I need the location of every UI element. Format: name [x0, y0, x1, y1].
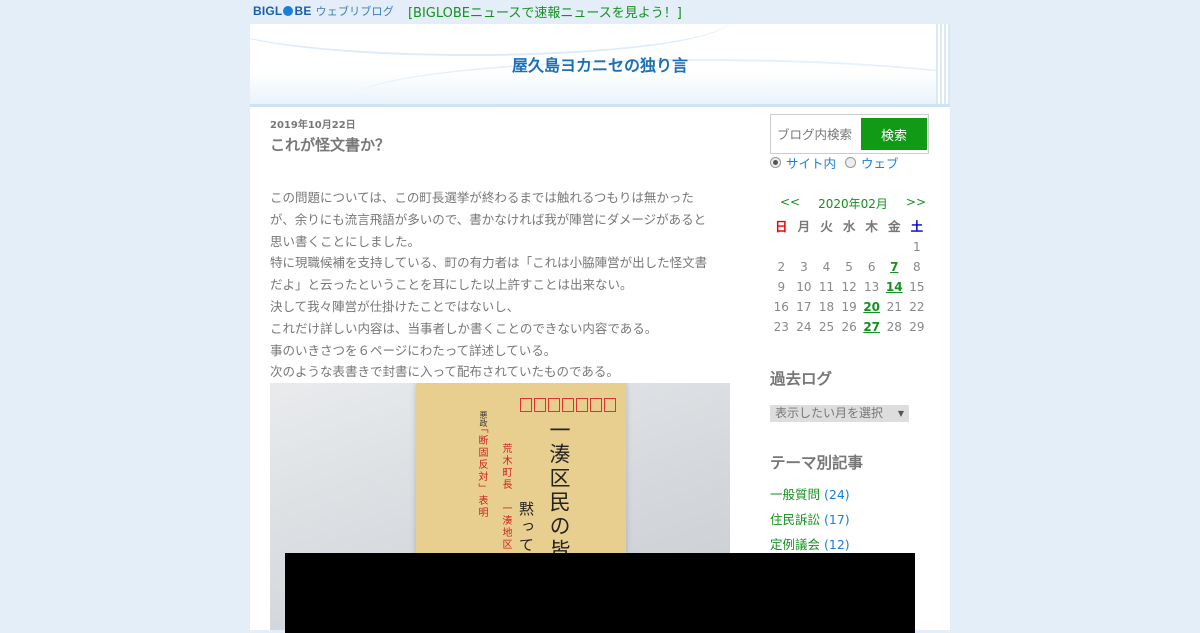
- logo-subtitle: ウェブリブログ: [315, 6, 394, 18]
- calendar-day: 19: [841, 300, 857, 314]
- post-line: 決して我々陣営が仕掛けたことではないし、: [270, 298, 520, 314]
- post-title[interactable]: これが怪文書か？: [270, 134, 390, 155]
- radio-web-label[interactable]: ウェブ: [861, 153, 899, 172]
- theme-item[interactable]: 住民訴訟 (17): [770, 509, 850, 534]
- post-date: 2019年10月22日: [270, 120, 356, 131]
- calendar-day: [883, 237, 906, 257]
- calendar-day-link[interactable]: 27: [863, 320, 880, 334]
- calendar-prev[interactable]: <<: [780, 195, 800, 212]
- biglobe-logo[interactable]: BIGL BE ウェブリブログ: [253, 3, 394, 19]
- calendar-header: << 2020年02月 >>: [770, 195, 930, 212]
- calendar-dow: 土: [910, 219, 924, 234]
- archive-select-label: 表示したい月を選択: [775, 406, 884, 420]
- calendar-day[interactable]: 7: [883, 257, 906, 277]
- radio-site[interactable]: [770, 157, 781, 168]
- calendar-month: 2020年02月: [818, 197, 888, 211]
- calendar-day: 8: [913, 260, 921, 274]
- calendar-day: 29: [909, 320, 925, 334]
- post-line: これだけ詳しい内容は、当事者しか書くことのできない内容である。: [270, 320, 658, 336]
- calendar-day: 18: [818, 300, 835, 314]
- calendar-day: [770, 237, 793, 257]
- calendar-day[interactable]: 20: [860, 297, 883, 317]
- archive-heading: 過去ログ: [770, 370, 833, 388]
- calendar-day: 1: [913, 240, 921, 254]
- calendar-grid: 日月火水木金土 1 2 3 4 5 6 7 8 9 10 11 12 13 14 15 16 17 18 19 20 21…: [770, 217, 930, 337]
- calendar-day-link[interactable]: 14: [886, 280, 903, 294]
- calendar-day: 6: [867, 260, 876, 274]
- calendar-next[interactable]: >>: [906, 195, 926, 212]
- calendar-day: 15: [909, 280, 925, 294]
- blog-search: ブログ内検索 検索: [770, 114, 929, 154]
- post-line: 事のいきさつを６ページにわたって詳述している。: [270, 342, 557, 358]
- logo-text-end: BE: [294, 4, 312, 18]
- dropdown-arrow-icon: ▼: [897, 409, 904, 418]
- post-line: 次のような表書きで封書に入って配布されていたものである。: [270, 364, 619, 380]
- calendar-day: 5: [845, 260, 853, 274]
- calendar-dow: 月: [797, 219, 811, 234]
- video-overlay[interactable]: [285, 553, 915, 633]
- envelope-red-text: 荒木町長 一湊地区: [500, 443, 511, 551]
- radio-web[interactable]: [845, 157, 857, 168]
- globe-icon: [283, 6, 294, 16]
- calendar-day-link[interactable]: 20: [863, 300, 880, 314]
- envelope-red-text-2: 「断固反対」表明: [476, 423, 487, 519]
- calendar-day: 24: [796, 320, 812, 334]
- post-body: この問題については、この町長選挙が終わるまでは触れるつもりは無かった が、余りに…: [270, 187, 730, 383]
- search-button[interactable]: 検索: [861, 118, 927, 150]
- calendar-day: 11: [818, 280, 835, 294]
- theme-item[interactable]: 定例議会 (12): [770, 534, 850, 559]
- calendar-dow: 金: [888, 219, 901, 234]
- archive-select[interactable]: 表示したい月を選択 ▼: [770, 405, 909, 422]
- calendar-day: [860, 237, 883, 257]
- calendar-day: 16: [773, 300, 789, 314]
- post-line: が、余りにも流言飛語が多いので、書かなければ我が陣営にダメージがあると: [270, 211, 707, 227]
- calendar-dow: 日: [775, 219, 788, 234]
- search-input[interactable]: ブログ内検索: [777, 124, 861, 143]
- calendar-day: 3: [800, 260, 808, 274]
- post-line: だよ」と云ったということを耳にした以上許すことは出来ない。: [270, 277, 633, 293]
- calendar-day: 4: [822, 260, 831, 274]
- calendar-day: 9: [777, 280, 786, 294]
- calendar-day: 25: [818, 320, 835, 334]
- logo-text: BIGL: [253, 4, 283, 18]
- calendar-dow: 木: [865, 219, 878, 234]
- top-bar: BIGL BE ウェブリブログ [BIGLOBEニュースで速報ニュースを見よう！]: [253, 0, 953, 22]
- post-line: この問題については、この町長選挙が終わるまでは触れるつもりは無かった: [270, 190, 694, 205]
- calendar: << 2020年02月 >> 日月火水木金土 1 2 3 4 5 6 7 8 9 10 11 12 13 1…: [770, 195, 930, 337]
- blog-title[interactable]: 屋久島ヨカニセの独り言: [250, 52, 950, 76]
- calendar-day: 2: [777, 260, 786, 274]
- calendar-day: [838, 237, 861, 257]
- calendar-day: 26: [841, 320, 857, 334]
- calendar-day[interactable]: 27: [860, 317, 883, 337]
- theme-list: 一般質問 (24) 住民訴訟 (17) 定例議会 (12): [770, 484, 850, 559]
- news-link[interactable]: [BIGLOBEニュースで速報ニュースを見よう！]: [408, 2, 682, 21]
- calendar-day: 13: [864, 280, 880, 294]
- calendar-day: 22: [909, 300, 925, 314]
- blog-header: 屋久島ヨカニセの独り言: [250, 24, 950, 107]
- theme-heading: テーマ別記事: [770, 454, 864, 472]
- radio-site-label[interactable]: サイト内: [786, 153, 836, 172]
- calendar-day[interactable]: 14: [883, 277, 906, 297]
- theme-item[interactable]: 一般質問 (24): [770, 484, 850, 509]
- search-scope: サイト内 ウェブ: [770, 153, 899, 172]
- postal-code-boxes: [520, 398, 616, 412]
- calendar-day: [793, 237, 816, 257]
- calendar-day: 23: [773, 320, 789, 334]
- post-line: 思い書くことにしました。: [270, 233, 421, 249]
- calendar-day: 10: [796, 280, 812, 294]
- calendar-day: 17: [796, 300, 812, 314]
- calendar-day: [815, 237, 838, 257]
- calendar-day: 28: [886, 320, 902, 334]
- calendar-day: 21: [886, 300, 902, 314]
- post-line: 特に現職候補を支持している、町の有力者は「これは小脇陣営が出した怪文書: [270, 255, 708, 271]
- calendar-dow: 火: [820, 219, 833, 234]
- calendar-dow: 水: [842, 219, 856, 234]
- blog-container: 屋久島ヨカニセの独り言 2019年10月22日 これが怪文書か？ この問題につい…: [250, 24, 950, 633]
- calendar-day: 12: [841, 280, 857, 294]
- calendar-day-link[interactable]: 7: [890, 260, 898, 274]
